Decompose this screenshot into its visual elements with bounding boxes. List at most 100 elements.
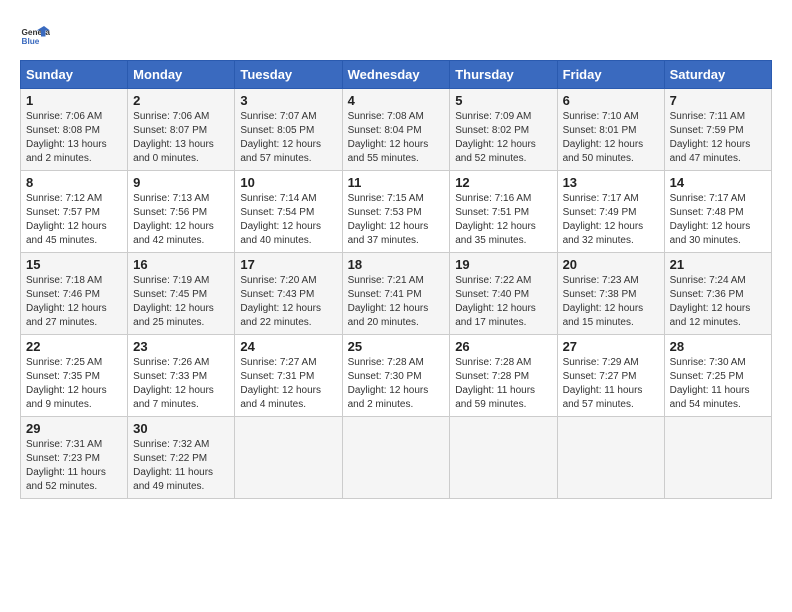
day-number: 9 — [133, 175, 229, 190]
day-info: Sunrise: 7:19 AMSunset: 7:45 PMDaylight:… — [133, 275, 214, 328]
day-number: 18 — [348, 257, 445, 272]
day-info: Sunrise: 7:32 AMSunset: 7:22 PMDaylight:… — [133, 439, 213, 492]
calendar-week-row: 22 Sunrise: 7:25 AMSunset: 7:35 PMDayligh… — [21, 335, 772, 417]
day-info: Sunrise: 7:13 AMSunset: 7:56 PMDaylight:… — [133, 193, 214, 246]
calendar-cell: 5 Sunrise: 7:09 AMSunset: 8:02 PMDaylight… — [450, 89, 557, 171]
calendar-cell: 20Sunrise: 7:23 AMSunset: 7:38 PMDayligh… — [557, 253, 664, 335]
day-number: 15 — [26, 257, 122, 272]
calendar-cell — [557, 417, 664, 499]
calendar-table: SundayMondayTuesdayWednesdayThursdayFrid… — [20, 60, 772, 499]
calendar-cell: 2 Sunrise: 7:06 AMSunset: 8:07 PMDaylight… — [128, 89, 235, 171]
day-number: 28 — [670, 339, 766, 354]
header-sunday: Sunday — [21, 61, 128, 89]
day-info: Sunrise: 7:06 AMSunset: 8:07 PMDaylight:… — [133, 111, 214, 164]
day-info: Sunrise: 7:29 AMSunset: 7:27 PMDaylight:… — [563, 357, 643, 410]
calendar-cell: 30 Sunrise: 7:32 AMSunset: 7:22 PMDayligh… — [128, 417, 235, 499]
calendar-cell: 25Sunrise: 7:28 AMSunset: 7:30 PMDayligh… — [342, 335, 450, 417]
day-number: 27 — [563, 339, 659, 354]
day-info: Sunrise: 7:26 AMSunset: 7:33 PMDaylight:… — [133, 357, 214, 410]
calendar-cell: 12 Sunrise: 7:16 AMSunset: 7:51 PMDayligh… — [450, 171, 557, 253]
calendar-week-row: 15 Sunrise: 7:18 AMSunset: 7:46 PMDayligh… — [21, 253, 772, 335]
day-number: 4 — [348, 93, 445, 108]
day-number: 7 — [670, 93, 766, 108]
calendar-cell: 23 Sunrise: 7:26 AMSunset: 7:33 PMDayligh… — [128, 335, 235, 417]
header-wednesday: Wednesday — [342, 61, 450, 89]
calendar-cell: 1Sunrise: 7:06 AMSunset: 8:08 PMDaylight… — [21, 89, 128, 171]
day-number: 11 — [348, 175, 445, 190]
calendar-cell: 24 Sunrise: 7:27 AMSunset: 7:31 PMDayligh… — [235, 335, 342, 417]
calendar-cell: 22 Sunrise: 7:25 AMSunset: 7:35 PMDayligh… — [21, 335, 128, 417]
day-info: Sunrise: 7:16 AMSunset: 7:51 PMDaylight:… — [455, 193, 536, 246]
svg-text:Blue: Blue — [22, 37, 40, 46]
day-info: Sunrise: 7:22 AMSunset: 7:40 PMDaylight:… — [455, 275, 536, 328]
day-info: Sunrise: 7:20 AMSunset: 7:43 PMDaylight:… — [240, 275, 321, 328]
calendar-cell: 8 Sunrise: 7:12 AMSunset: 7:57 PMDaylight… — [21, 171, 128, 253]
calendar-week-row: 1Sunrise: 7:06 AMSunset: 8:08 PMDaylight… — [21, 89, 772, 171]
logo-icon: General Blue — [20, 20, 50, 50]
day-number: 5 — [455, 93, 551, 108]
day-info: Sunrise: 7:27 AMSunset: 7:31 PMDaylight:… — [240, 357, 321, 410]
header-thursday: Thursday — [450, 61, 557, 89]
calendar-cell: 15 Sunrise: 7:18 AMSunset: 7:46 PMDayligh… — [21, 253, 128, 335]
calendar-cell: 13 Sunrise: 7:17 AMSunset: 7:49 PMDayligh… — [557, 171, 664, 253]
calendar-cell: 6 Sunrise: 7:10 AMSunset: 8:01 PMDaylight… — [557, 89, 664, 171]
page-header: General Blue — [20, 20, 772, 50]
calendar-cell — [450, 417, 557, 499]
header-tuesday: Tuesday — [235, 61, 342, 89]
day-number: 6 — [563, 93, 659, 108]
calendar-header-row: SundayMondayTuesdayWednesdayThursdayFrid… — [21, 61, 772, 89]
logo: General Blue — [20, 20, 50, 50]
day-number: 3 — [240, 93, 336, 108]
day-number: 10 — [240, 175, 336, 190]
day-number: 16 — [133, 257, 229, 272]
day-info: Sunrise: 7:08 AMSunset: 8:04 PMDaylight:… — [348, 111, 429, 164]
day-number: 1 — [26, 93, 122, 108]
day-number: 19 — [455, 257, 551, 272]
calendar-cell — [342, 417, 450, 499]
day-info: Sunrise: 7:21 AMSunset: 7:41 PMDaylight:… — [348, 275, 429, 328]
day-info: Sunrise: 7:12 AMSunset: 7:57 PMDaylight:… — [26, 193, 107, 246]
day-number: 25 — [348, 339, 445, 354]
day-number: 12 — [455, 175, 551, 190]
day-info: Sunrise: 7:07 AMSunset: 8:05 PMDaylight:… — [240, 111, 321, 164]
day-info: Sunrise: 7:17 AMSunset: 7:49 PMDaylight:… — [563, 193, 644, 246]
calendar-cell: 14 Sunrise: 7:17 AMSunset: 7:48 PMDayligh… — [664, 171, 771, 253]
calendar-cell: 29Sunrise: 7:31 AMSunset: 7:23 PMDayligh… — [21, 417, 128, 499]
day-number: 2 — [133, 93, 229, 108]
day-info: Sunrise: 7:18 AMSunset: 7:46 PMDaylight:… — [26, 275, 107, 328]
day-number: 23 — [133, 339, 229, 354]
day-info: Sunrise: 7:14 AMSunset: 7:54 PMDaylight:… — [240, 193, 321, 246]
header-friday: Friday — [557, 61, 664, 89]
day-info: Sunrise: 7:10 AMSunset: 8:01 PMDaylight:… — [563, 111, 644, 164]
calendar-cell: 19 Sunrise: 7:22 AMSunset: 7:40 PMDayligh… — [450, 253, 557, 335]
calendar-cell: 10 Sunrise: 7:14 AMSunset: 7:54 PMDayligh… — [235, 171, 342, 253]
day-number: 8 — [26, 175, 122, 190]
calendar-cell: 21 Sunrise: 7:24 AMSunset: 7:36 PMDayligh… — [664, 253, 771, 335]
calendar-cell: 7Sunrise: 7:11 AMSunset: 7:59 PMDaylight… — [664, 89, 771, 171]
calendar-cell: 9 Sunrise: 7:13 AMSunset: 7:56 PMDaylight… — [128, 171, 235, 253]
day-number: 13 — [563, 175, 659, 190]
header-saturday: Saturday — [664, 61, 771, 89]
day-number: 24 — [240, 339, 336, 354]
calendar-week-row: 8 Sunrise: 7:12 AMSunset: 7:57 PMDaylight… — [21, 171, 772, 253]
day-number: 30 — [133, 421, 229, 436]
calendar-cell: 17 Sunrise: 7:20 AMSunset: 7:43 PMDayligh… — [235, 253, 342, 335]
day-info: Sunrise: 7:09 AMSunset: 8:02 PMDaylight:… — [455, 111, 536, 164]
day-info: Sunrise: 7:15 AMSunset: 7:53 PMDaylight:… — [348, 193, 429, 246]
day-info: Sunrise: 7:17 AMSunset: 7:48 PMDaylight:… — [670, 193, 751, 246]
calendar-week-row: 29Sunrise: 7:31 AMSunset: 7:23 PMDayligh… — [21, 417, 772, 499]
day-number: 26 — [455, 339, 551, 354]
day-number: 22 — [26, 339, 122, 354]
calendar-cell: 26 Sunrise: 7:28 AMSunset: 7:28 PMDayligh… — [450, 335, 557, 417]
calendar-cell: 3 Sunrise: 7:07 AMSunset: 8:05 PMDaylight… — [235, 89, 342, 171]
calendar-cell: 18 Sunrise: 7:21 AMSunset: 7:41 PMDayligh… — [342, 253, 450, 335]
day-number: 14 — [670, 175, 766, 190]
day-info: Sunrise: 7:25 AMSunset: 7:35 PMDaylight:… — [26, 357, 107, 410]
calendar-cell: 11 Sunrise: 7:15 AMSunset: 7:53 PMDayligh… — [342, 171, 450, 253]
calendar-cell: 27 Sunrise: 7:29 AMSunset: 7:27 PMDayligh… — [557, 335, 664, 417]
day-number: 21 — [670, 257, 766, 272]
day-info: Sunrise: 7:24 AMSunset: 7:36 PMDaylight:… — [670, 275, 751, 328]
day-info: Sunrise: 7:28 AMSunset: 7:28 PMDaylight:… — [455, 357, 535, 410]
calendar-cell: 4 Sunrise: 7:08 AMSunset: 8:04 PMDaylight… — [342, 89, 450, 171]
day-number: 17 — [240, 257, 336, 272]
